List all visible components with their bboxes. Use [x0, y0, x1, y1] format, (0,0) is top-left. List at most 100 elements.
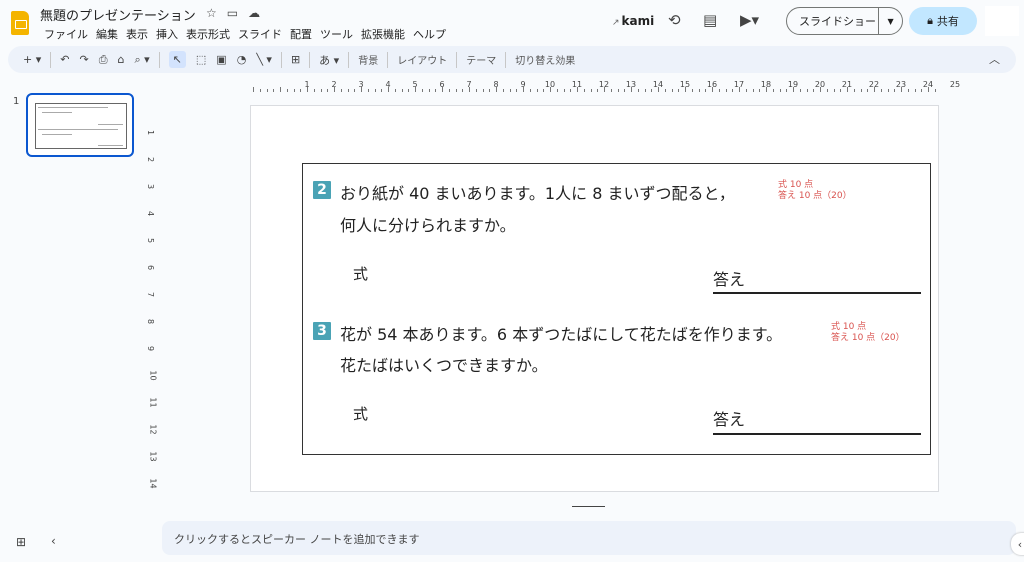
notes-resize-handle[interactable] — [572, 506, 605, 507]
menu-insert[interactable]: 挿入 — [152, 26, 182, 42]
ruler-tick — [509, 89, 511, 92]
ruler-tick — [617, 89, 619, 92]
ruler-tick — [820, 87, 821, 92]
ruler-tick — [867, 89, 869, 92]
menu-extensions[interactable]: 拡張機能 — [357, 26, 409, 42]
grid-view-icon[interactable]: ⊞ — [16, 535, 26, 549]
ruler-tick — [793, 87, 794, 92]
slideshow-dropdown-icon[interactable]: ▼ — [878, 8, 902, 34]
comments-icon[interactable]: ▤ — [703, 11, 717, 29]
toolbar-divider — [158, 51, 160, 68]
thumbnail-line — [38, 129, 118, 130]
slide-thumbnail[interactable] — [26, 93, 134, 157]
ruler-number: 7 — [146, 291, 156, 298]
thumbnail-box — [35, 103, 127, 149]
ruler-tick — [637, 89, 639, 92]
ruler-number: 11 — [148, 397, 158, 408]
document-title[interactable]: 無題のプレゼンテーション — [40, 5, 196, 24]
ruler-tick — [320, 89, 322, 92]
history-icon[interactable]: ⟲ — [668, 11, 681, 29]
horizontal-ruler[interactable]: 1 2 3 4 5 6 7 8 9 10 11 12 13 14 15 16 17 18 19 20 21 22 23 24 2… — [251, 80, 960, 92]
theme-button[interactable]: テーマ — [466, 52, 496, 67]
question-3-line-1: 花が 54 本あります。6 本ずつたばにして花たばを作ります。 — [340, 325, 783, 344]
ruler-tick — [327, 89, 329, 92]
ruler-tick — [496, 87, 497, 92]
ruler-tick — [408, 89, 410, 92]
ruler-number: 4 — [146, 210, 156, 217]
textbox-icon[interactable]: ⬚ — [196, 53, 206, 66]
ruler-number: 25 — [949, 80, 961, 89]
ruler-tick — [934, 89, 936, 92]
paint-format-icon[interactable]: ⌂ — [118, 53, 125, 66]
slide-number: 1 — [13, 96, 20, 107]
question-2-score-formula: 式 10 点 — [778, 180, 814, 190]
menu-help[interactable]: ヘルプ — [409, 26, 450, 42]
ruler-number: 1 — [146, 129, 156, 136]
menu-format[interactable]: 表示形式 — [182, 26, 234, 42]
ruler-tick — [340, 89, 342, 92]
menu-edit[interactable]: 編集 — [92, 26, 122, 42]
print-icon[interactable]: ⎙ — [99, 53, 108, 67]
ruler-tick — [853, 89, 855, 92]
ruler-tick — [313, 89, 315, 92]
redo-icon[interactable]: ↷ — [79, 53, 88, 66]
speaker-notes[interactable]: クリックするとスピーカー ノートを追加できます — [162, 521, 1016, 555]
ruler-tick — [678, 89, 680, 92]
question-box[interactable] — [302, 163, 931, 455]
cloud-saved-icon[interactable]: ☁ — [248, 6, 260, 20]
ruler-tick — [887, 89, 889, 92]
thumbnail-line — [98, 124, 123, 125]
input-tools-button[interactable]: あ ▾ — [319, 52, 339, 68]
slides-logo-icon[interactable] — [11, 11, 29, 35]
menu-tools[interactable]: ツール — [316, 26, 357, 42]
ruler-tick — [374, 89, 376, 92]
menu-view[interactable]: 表示 — [122, 26, 152, 42]
question-3-score-answer: 答え 10 点（20） — [831, 333, 905, 343]
ruler-tick — [489, 89, 491, 92]
slideshow-button[interactable]: スライドショー — [787, 13, 878, 29]
question-3-answer-label: 答え — [713, 410, 746, 429]
ruler-tick — [671, 89, 673, 92]
ruler-tick — [901, 87, 902, 92]
kami-button[interactable]: ↗ kami — [612, 14, 654, 28]
toolbar-divider — [456, 51, 458, 68]
background-button[interactable]: 背景 — [358, 52, 378, 67]
avatar[interactable] — [985, 6, 1019, 36]
new-slide-icon[interactable]: + ▾ — [23, 53, 41, 66]
share-label: 共有 — [936, 15, 959, 28]
ruler-tick — [577, 87, 578, 92]
line-icon[interactable]: ╲ ▾ — [256, 53, 272, 66]
side-panel-toggle-icon[interactable]: ‹ — [1011, 533, 1024, 555]
move-folder-icon[interactable]: ▭ — [227, 6, 238, 20]
layout-button[interactable]: レイアウト — [397, 52, 447, 67]
vertical-ruler[interactable]: 1 2 3 4 5 6 7 8 9 10 11 12 13 14 — [146, 106, 160, 492]
zoom-icon[interactable]: ⌕ ▾ — [134, 53, 149, 67]
ruler-tick — [293, 89, 295, 92]
ruler-tick — [529, 89, 531, 92]
collapse-toolbar-icon[interactable]: ︿ — [989, 51, 1000, 67]
menu-arrange[interactable]: 配置 — [286, 26, 316, 42]
image-icon[interactable]: ▣ — [216, 53, 226, 66]
ruler-tick — [813, 89, 815, 92]
ruler-tick — [610, 89, 612, 92]
collapse-filmstrip-icon[interactable]: ‹ — [51, 534, 56, 548]
ruler-tick — [799, 89, 801, 92]
share-button[interactable]: 🔒︎ 共有 — [909, 7, 977, 35]
ruler-tick — [361, 87, 362, 92]
undo-icon[interactable]: ↶ — [60, 53, 69, 66]
menu-file[interactable]: ファイル — [40, 26, 92, 42]
select-cursor-icon[interactable]: ↖ — [168, 51, 186, 68]
star-icon[interactable]: ☆ — [206, 6, 217, 20]
meet-video-icon[interactable]: ▶▾ — [740, 11, 759, 29]
question-2-line-1: おり紙が 40 まいあります。1人に 8 まいずつ配ると， — [340, 184, 735, 203]
transition-button[interactable]: 切り替え効果 — [515, 52, 575, 67]
ruler-tick — [664, 89, 666, 92]
ruler-tick — [718, 89, 720, 92]
ruler-tick — [570, 89, 572, 92]
comment-add-icon[interactable]: ⊞ — [291, 53, 300, 66]
ruler-tick — [907, 89, 909, 92]
menu-slide[interactable]: スライド — [234, 26, 286, 42]
thumbnail-line — [98, 145, 123, 146]
answer-line — [713, 433, 921, 435]
shape-icon[interactable]: ◔ — [237, 53, 247, 66]
